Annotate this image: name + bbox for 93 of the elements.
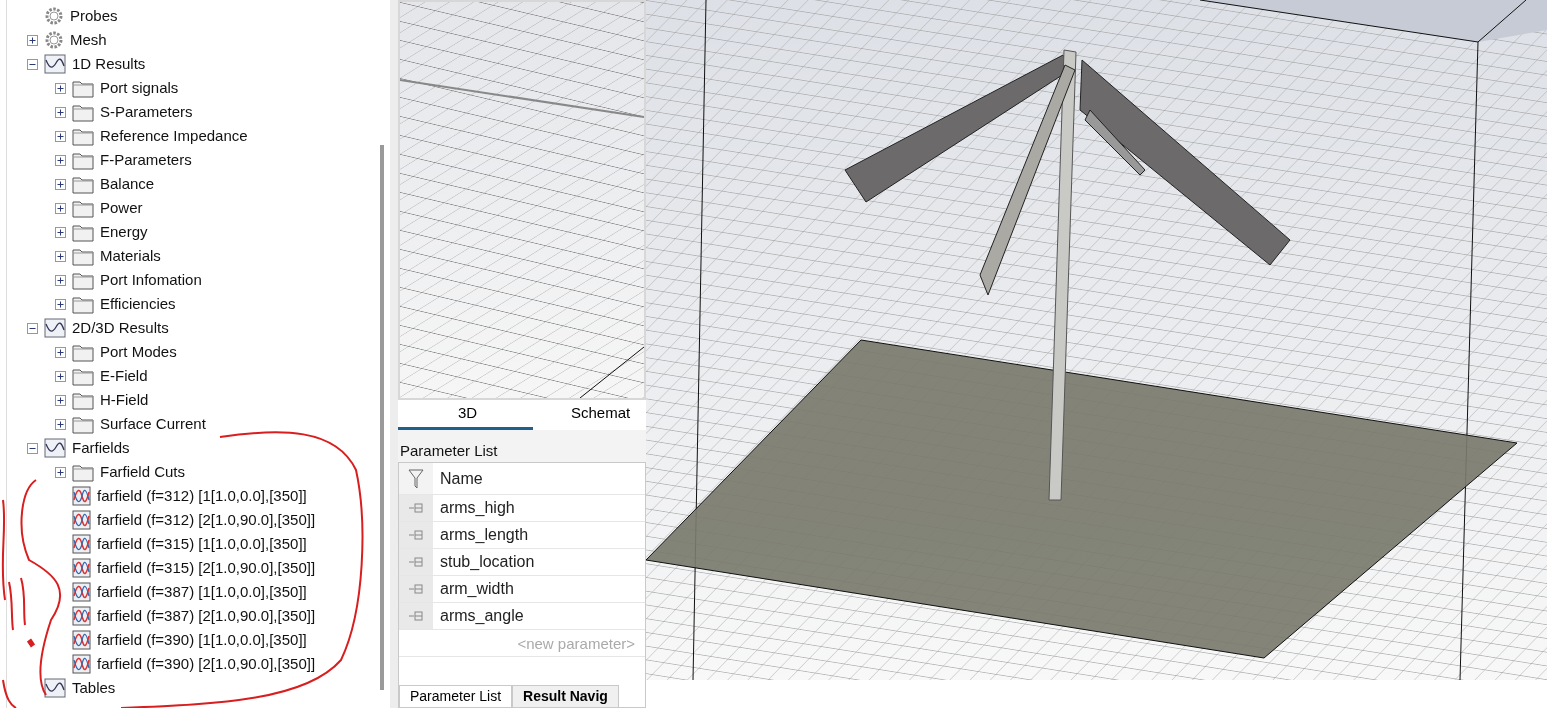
waveform-icon: [72, 630, 91, 650]
parameter-name[interactable]: arms_angle: [433, 604, 524, 628]
expand-icon[interactable]: [55, 154, 66, 166]
tree-item[interactable]: H-Field: [100, 388, 149, 412]
waveform-icon: [72, 582, 91, 602]
tree-item[interactable]: S-Parameters: [100, 100, 193, 124]
folder-icon: [72, 126, 94, 146]
filter-icon[interactable]: [408, 468, 424, 489]
tree-item[interactable]: farfield (f=390) [2[1.0,90.0],[350]]: [97, 652, 316, 676]
expand-icon[interactable]: [55, 418, 66, 430]
tree-item[interactable]: Probes: [70, 4, 118, 28]
expand-icon[interactable]: [55, 130, 66, 142]
folder-icon: [72, 390, 94, 410]
parameter-name[interactable]: arm_width: [433, 577, 514, 601]
chart-icon: [44, 678, 66, 698]
expand-icon[interactable]: [55, 346, 66, 358]
panel-title: Parameter List: [399, 441, 499, 461]
tree-item[interactable]: Reference Impedance: [100, 124, 248, 148]
tree-item[interactable]: farfield (f=315) [1[1.0,0.0],[350]]: [97, 532, 307, 556]
tree-item[interactable]: farfield (f=387) [2[1.0,90.0],[350]]: [97, 604, 316, 628]
expand-icon[interactable]: [55, 106, 66, 118]
tree-item[interactable]: Materials: [100, 244, 161, 268]
expand-icon[interactable]: [55, 226, 66, 238]
tree-item[interactable]: 1D Results: [72, 52, 146, 76]
tree-item[interactable]: Mesh: [70, 28, 107, 52]
tree-item[interactable]: 2D/3D Results: [72, 316, 169, 340]
tree-item[interactable]: E-Field: [100, 364, 148, 388]
expand-icon[interactable]: [55, 370, 66, 382]
expand-icon[interactable]: [55, 466, 66, 478]
parameter-icon: [408, 611, 424, 621]
tree-item[interactable]: F-Parameters: [100, 148, 192, 172]
tree-item[interactable]: Balance: [100, 172, 155, 196]
expand-icon[interactable]: [55, 394, 66, 406]
parameter-name[interactable]: stub_location: [433, 550, 535, 574]
tree-item[interactable]: Energy: [100, 220, 148, 244]
tree-item[interactable]: Farfield Cuts: [100, 460, 186, 484]
tree-item[interactable]: Efficiencies: [100, 292, 176, 316]
waveform-icon: [72, 510, 91, 530]
tree-item[interactable]: farfield (f=387) [1[1.0,0.0],[350]]: [97, 580, 307, 604]
folder-icon: [72, 150, 94, 170]
column-header[interactable]: Name: [433, 466, 483, 491]
tree-item[interactable]: Port signals: [100, 76, 179, 100]
folder-icon: [72, 414, 94, 434]
expand-icon[interactable]: [27, 34, 38, 46]
expand-icon[interactable]: [55, 250, 66, 262]
expand-icon[interactable]: [55, 274, 66, 286]
parameter-icon: [408, 530, 424, 540]
collapse-icon[interactable]: [27, 58, 38, 70]
folder-icon: [72, 102, 94, 122]
gear-icon: [44, 30, 64, 50]
parameter-icon: [408, 584, 424, 594]
tree-item[interactable]: farfield (f=315) [2[1.0,90.0],[350]]: [97, 556, 316, 580]
panel-tab[interactable]: Parameter List: [399, 685, 513, 707]
expand-icon[interactable]: [55, 178, 66, 190]
panel-tab[interactable]: Result Navig: [512, 685, 619, 707]
tree-item[interactable]: Farfields: [72, 436, 130, 460]
collapse-icon[interactable]: [27, 442, 38, 454]
gear-icon: [44, 6, 64, 26]
chart-icon: [44, 318, 66, 338]
expand-icon[interactable]: [55, 298, 66, 310]
parameter-name[interactable]: arms_length: [433, 523, 529, 547]
tree-item[interactable]: farfield (f=312) [2[1.0,90.0],[350]]: [97, 508, 316, 532]
chart-icon: [44, 54, 66, 74]
folder-icon: [72, 222, 94, 242]
waveform-icon: [72, 654, 91, 674]
parameter-icon: [408, 503, 424, 513]
folder-icon: [72, 78, 94, 98]
tree-item[interactable]: farfield (f=312) [1[1.0,0.0],[350]]: [97, 484, 307, 508]
waveform-icon: [72, 486, 91, 506]
folder-icon: [72, 246, 94, 266]
folder-icon: [72, 174, 94, 194]
scrollbar-thumb[interactable]: [380, 145, 384, 690]
waveform-icon: [72, 558, 91, 578]
waveform-icon: [72, 606, 91, 626]
tree-item[interactable]: Port Infomation: [100, 268, 202, 292]
folder-icon: [72, 198, 94, 218]
tree-item[interactable]: Port Modes: [100, 340, 177, 364]
parameter-icon: [408, 557, 424, 567]
folder-icon: [72, 462, 94, 482]
expand-icon[interactable]: [55, 82, 66, 94]
folder-icon: [72, 342, 94, 362]
tree-item[interactable]: Surface Current: [100, 412, 206, 436]
tree-item[interactable]: Power: [100, 196, 143, 220]
tree-item[interactable]: farfield (f=390) [1[1.0,0.0],[350]]: [97, 628, 307, 652]
collapse-icon[interactable]: [27, 322, 38, 334]
parameter-name[interactable]: arms_high: [433, 496, 515, 520]
expand-icon[interactable]: [55, 202, 66, 214]
folder-icon: [72, 366, 94, 386]
folder-icon: [72, 270, 94, 290]
tree-item[interactable]: Tables: [72, 676, 116, 700]
chart-icon: [44, 438, 66, 458]
waveform-icon: [72, 534, 91, 554]
folder-icon: [72, 294, 94, 314]
